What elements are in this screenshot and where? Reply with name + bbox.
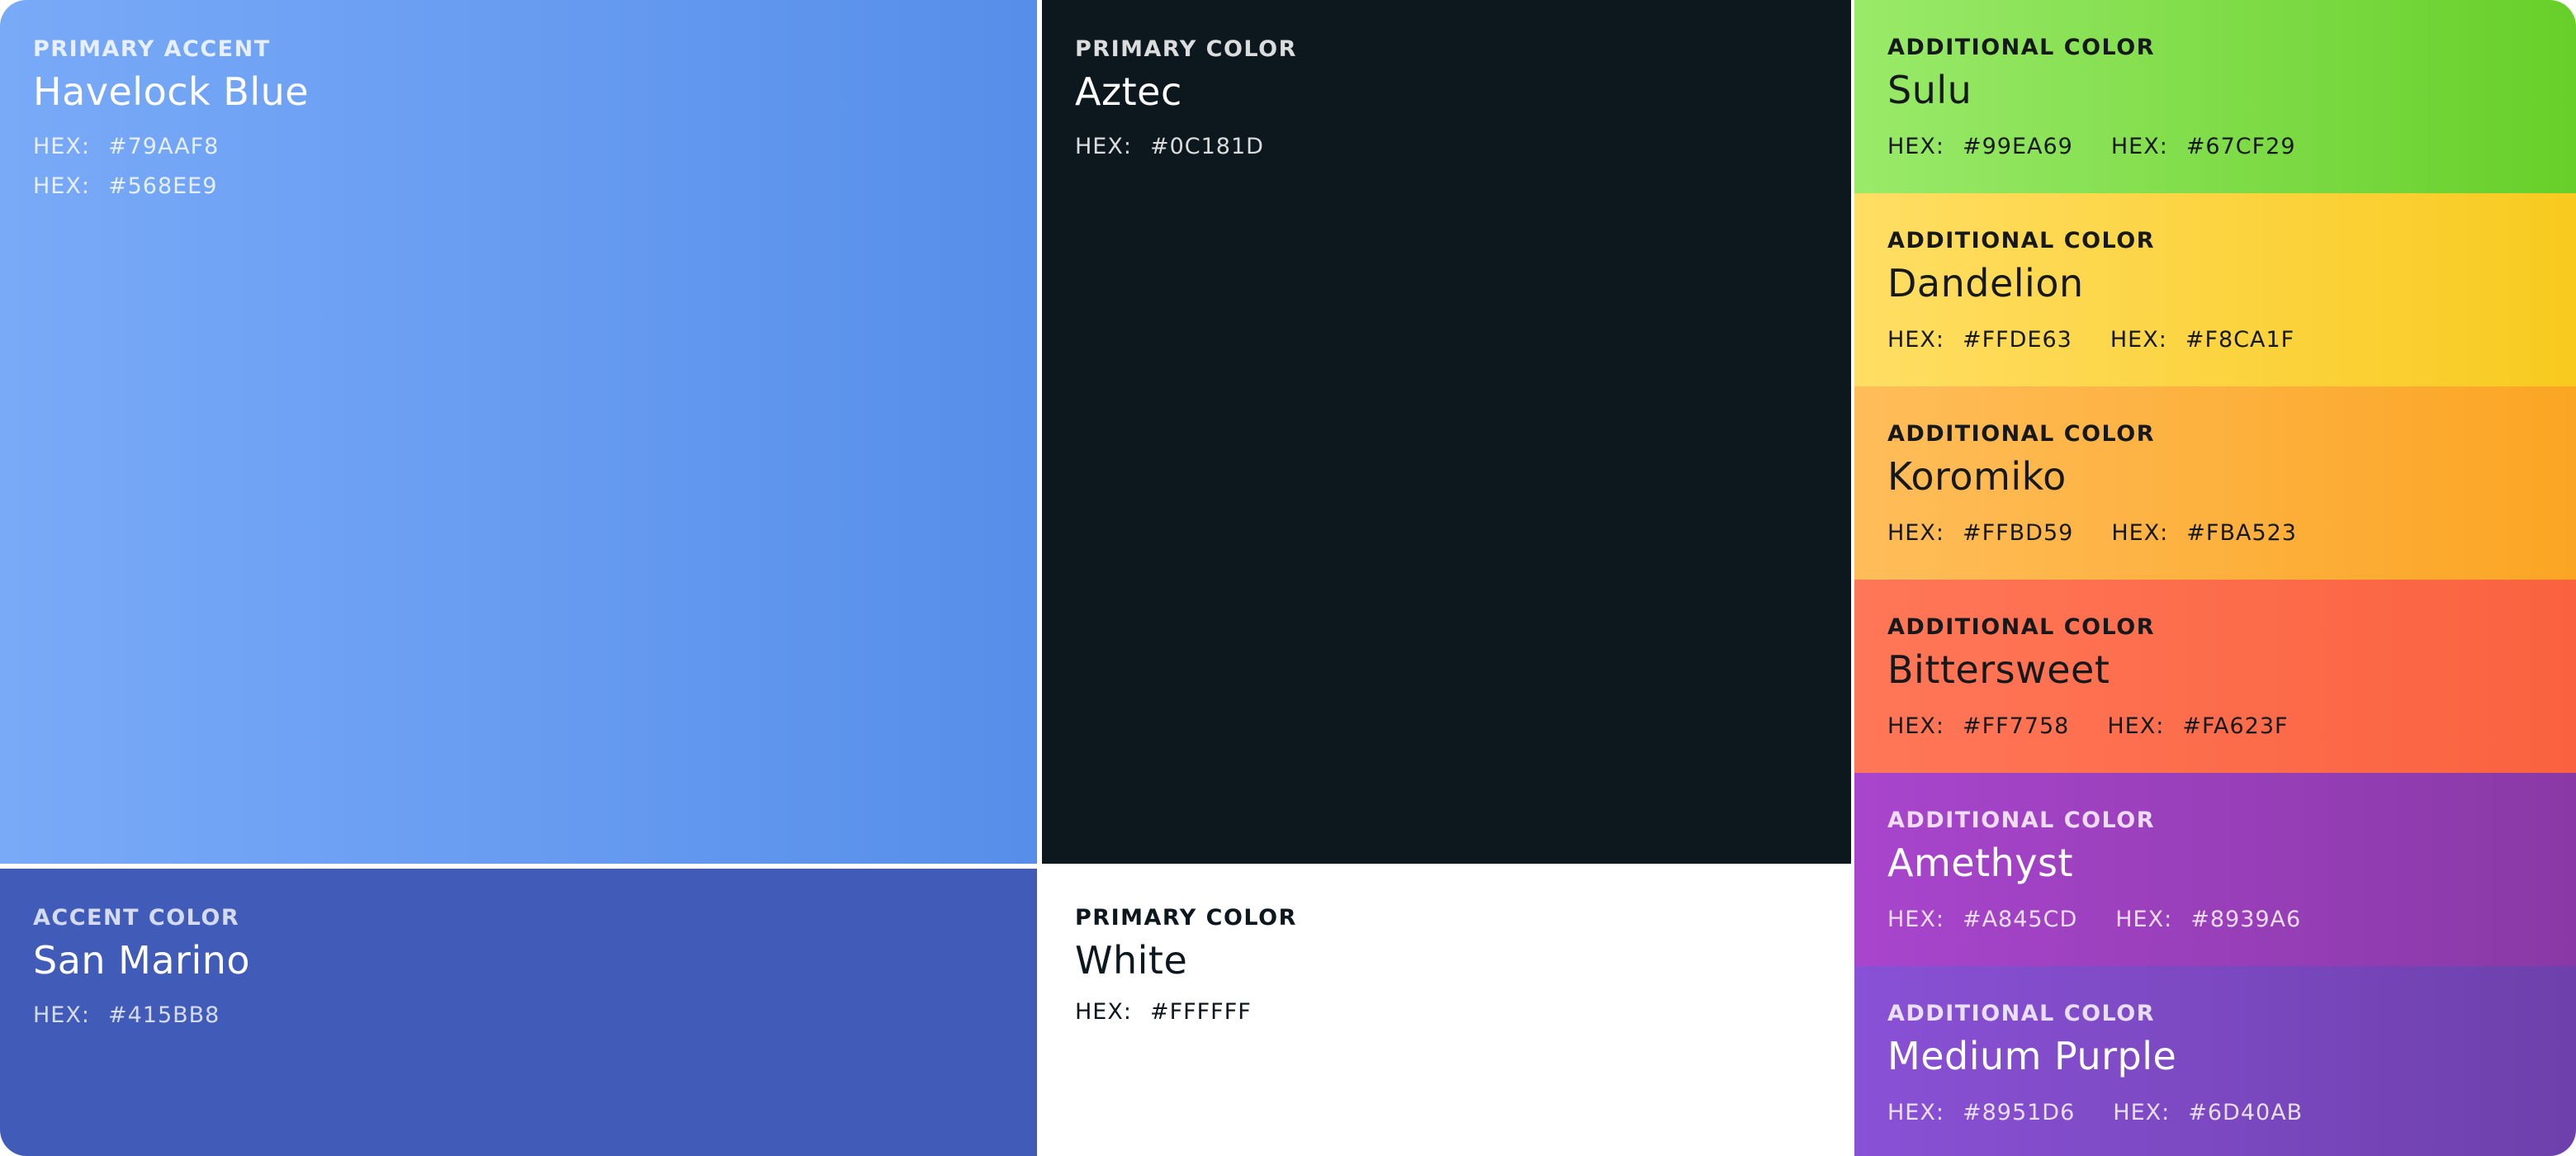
swatch-label: ADDITIONAL COLOR bbox=[1887, 35, 2156, 60]
hex-key: HEX: bbox=[2110, 327, 2167, 353]
hex-value: #79AAF8 bbox=[107, 134, 220, 159]
hex-value-2: #FA623F bbox=[2182, 713, 2289, 739]
hex-key: HEX: bbox=[2110, 134, 2168, 159]
swatch-aztec: PRIMARY COLOR Aztec HEX: #0C181D bbox=[1042, 0, 1851, 864]
swatch-name: Medium Purple bbox=[1887, 1034, 2177, 1078]
hex-key: HEX: bbox=[33, 1002, 90, 1028]
swatch-koromiko: ADDITIONAL COLOR Koromiko HEX: #FFBD59 HEX… bbox=[1854, 386, 2576, 580]
swatch-havelock-blue: PRIMARY ACCENT Havelock Blue HEX: #79AAF8… bbox=[0, 0, 1037, 864]
hex-row: HEX: #FF7758 HEX: #FA623F bbox=[1887, 713, 2289, 739]
hex-key: HEX: bbox=[2113, 1100, 2171, 1125]
hex-key: HEX: bbox=[2115, 907, 2173, 932]
hex-value-2: #8939A6 bbox=[2190, 907, 2302, 932]
hex-key: HEX: bbox=[1887, 520, 1944, 546]
hex-row-1: HEX: #FFFFFF bbox=[1075, 999, 1252, 1025]
hex-key: HEX: bbox=[1887, 907, 1944, 932]
hex-key: HEX: bbox=[1887, 134, 1944, 159]
hex-row-1: HEX: #79AAF8 bbox=[33, 134, 219, 159]
hex-value-1: #8951D6 bbox=[1962, 1100, 2076, 1125]
swatch-sulu: ADDITIONAL COLOR Sulu HEX: #99EA69 HEX: #67… bbox=[1854, 0, 2576, 193]
hex-value-1: #FF7758 bbox=[1962, 713, 2070, 739]
hex-row-1: HEX: #0C181D bbox=[1075, 134, 1264, 159]
hex-row-2: HEX: #568EE9 bbox=[33, 173, 217, 199]
swatch-name: Sulu bbox=[1887, 68, 1972, 112]
hex-value-2: #FBA523 bbox=[2186, 520, 2297, 546]
swatch-label: ADDITIONAL COLOR bbox=[1887, 614, 2156, 640]
swatch-label: ADDITIONAL COLOR bbox=[1887, 228, 2156, 253]
swatch-amethyst: ADDITIONAL COLOR Amethyst HEX: #A845CD HEX… bbox=[1854, 773, 2576, 966]
hex-row: HEX: #99EA69 HEX: #67CF29 bbox=[1887, 134, 2296, 159]
hex-value-1: #FFBD59 bbox=[1962, 520, 2074, 546]
hex-key: HEX: bbox=[2111, 520, 2169, 546]
swatch-name: Bittersweet bbox=[1887, 647, 2110, 692]
hex-value-1: #99EA69 bbox=[1962, 134, 2073, 159]
hex-row-1: HEX: #415BB8 bbox=[33, 1002, 220, 1028]
hex-value-1: #A845CD bbox=[1962, 907, 2078, 932]
swatch-label: ADDITIONAL COLOR bbox=[1887, 1001, 2156, 1026]
hex-value-1: #FFDE63 bbox=[1962, 327, 2072, 353]
swatch-bittersweet: ADDITIONAL COLOR Bittersweet HEX: #FF7758… bbox=[1854, 580, 2576, 773]
hex-value-2: #67CF29 bbox=[2185, 134, 2296, 159]
hex-value-2: #6D40AB bbox=[2188, 1100, 2304, 1125]
swatch-label: ADDITIONAL COLOR bbox=[1887, 808, 2156, 833]
swatch-name: San Marino bbox=[33, 938, 251, 983]
swatch-name: Havelock Blue bbox=[33, 69, 310, 114]
swatch-label: PRIMARY COLOR bbox=[1075, 905, 1297, 931]
hex-key: HEX: bbox=[33, 173, 90, 199]
hex-value: #415BB8 bbox=[107, 1002, 220, 1028]
swatch-label: PRIMARY COLOR bbox=[1075, 36, 1297, 62]
hex-key: HEX: bbox=[33, 134, 90, 159]
hex-key: HEX: bbox=[1887, 1100, 1944, 1125]
color-palette-board: PRIMARY ACCENT Havelock Blue HEX: #79AAF8… bbox=[0, 0, 2576, 1156]
hex-value: #FFFFFF bbox=[1149, 999, 1252, 1025]
hex-value: #568EE9 bbox=[107, 173, 218, 199]
hex-row: HEX: #FFDE63 HEX: #F8CA1F bbox=[1887, 327, 2294, 353]
hex-key: HEX: bbox=[2107, 713, 2165, 739]
swatch-name: White bbox=[1075, 938, 1188, 983]
swatch-name: Aztec bbox=[1075, 69, 1182, 114]
swatch-label: PRIMARY ACCENT bbox=[33, 36, 271, 62]
swatch-san-marino: ACCENT COLOR San Marino HEX: #415BB8 bbox=[0, 869, 1037, 1156]
swatch-name: Dandelion bbox=[1887, 261, 2084, 306]
hex-row: HEX: #A845CD HEX: #8939A6 bbox=[1887, 907, 2301, 932]
swatch-name: Koromiko bbox=[1887, 454, 2067, 499]
swatch-medium-purple: ADDITIONAL COLOR Medium Purple HEX: #8951… bbox=[1854, 966, 2576, 1156]
swatch-white: PRIMARY COLOR White HEX: #FFFFFF bbox=[1042, 864, 1854, 1156]
swatch-dandelion: ADDITIONAL COLOR Dandelion HEX: #FFDE63 HE… bbox=[1854, 193, 2576, 386]
hex-key: HEX: bbox=[1075, 134, 1132, 159]
swatch-name: Amethyst bbox=[1887, 841, 2073, 885]
swatch-label: ADDITIONAL COLOR bbox=[1887, 421, 2156, 447]
hex-key: HEX: bbox=[1075, 999, 1132, 1025]
hex-value-2: #F8CA1F bbox=[2185, 327, 2295, 353]
swatch-label: ACCENT COLOR bbox=[33, 905, 240, 931]
hex-row: HEX: #FFBD59 HEX: #FBA523 bbox=[1887, 520, 2297, 546]
hex-value: #0C181D bbox=[1149, 134, 1264, 159]
hex-key: HEX: bbox=[1887, 713, 1944, 739]
hex-key: HEX: bbox=[1887, 327, 1944, 353]
hex-row: HEX: #8951D6 HEX: #6D40AB bbox=[1887, 1100, 2303, 1125]
